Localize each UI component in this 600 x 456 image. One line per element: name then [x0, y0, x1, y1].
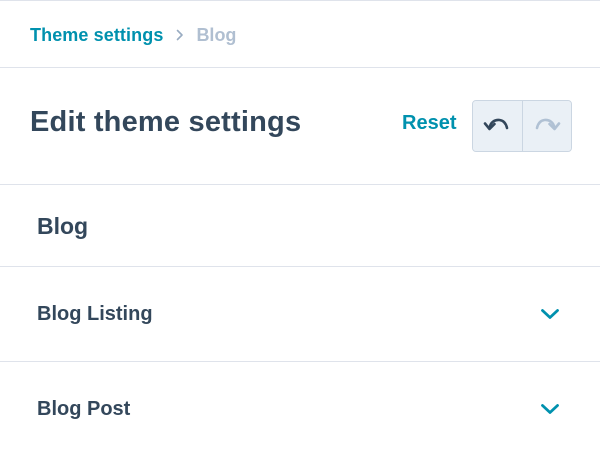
top-border: [0, 0, 600, 1]
breadcrumb-current: Blog: [196, 24, 237, 45]
breadcrumb-link-theme-settings[interactable]: Theme settings: [30, 25, 163, 46]
page-title: Edit theme settings: [30, 106, 302, 138]
divider: [0, 184, 600, 185]
chevron-down-icon: [540, 308, 560, 320]
reset-button[interactable]: Reset: [402, 112, 456, 135]
chevron-right-icon: [176, 29, 184, 41]
breadcrumb: Theme settings Blog: [30, 22, 236, 48]
divider: [0, 67, 600, 68]
undo-icon: [483, 114, 511, 139]
accordion-blog-listing[interactable]: Blog Listing: [0, 267, 600, 361]
accordion-blog-post[interactable]: Blog Post: [0, 362, 600, 456]
accordion-label: Blog Listing: [37, 302, 153, 325]
undo-button[interactable]: [473, 101, 522, 151]
redo-button[interactable]: [521, 101, 571, 151]
chevron-down-icon: [540, 403, 560, 415]
redo-icon: [533, 114, 561, 139]
section-heading-blog: Blog: [37, 213, 89, 239]
history-button-group: [472, 100, 572, 152]
accordion-label: Blog Post: [37, 397, 131, 420]
theme-settings-panel: Theme settings Blog Edit theme settings …: [0, 0, 600, 456]
